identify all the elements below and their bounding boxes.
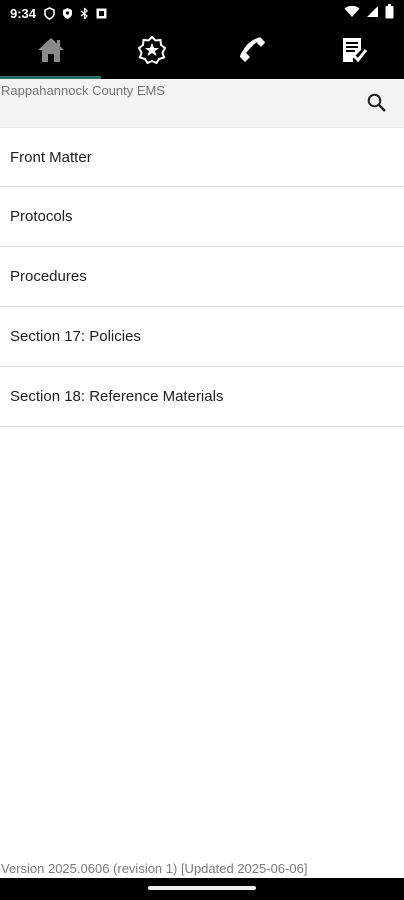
star-badge-icon [137,35,167,70]
section-list: Front Matter Protocols Procedures Sectio… [0,127,404,427]
organization-name: Rappahannock County EMS [1,83,166,98]
battery-icon [385,4,394,22]
phone-icon [238,35,268,70]
tab-home[interactable] [0,26,101,78]
list-item-section-17-policies[interactable]: Section 17: Policies [0,307,404,367]
status-bar: 9:34 [0,0,404,26]
signal-icon [366,5,379,21]
list-item-front-matter[interactable]: Front Matter [0,127,404,187]
connection-icon [80,7,89,20]
status-time: 9:34 [10,5,37,21]
version-info: Version 2025.0606 (revision 1) [Updated … [1,861,308,876]
list-item-protocols[interactable]: Protocols [0,187,404,247]
tab-favorites[interactable] [101,26,202,78]
app-header: Rappahannock County EMS [0,79,404,127]
dnd-icon [44,6,55,20]
list-item-section-18-reference-materials[interactable]: Section 18: Reference Materials [0,367,404,427]
tab-checklist[interactable] [303,26,404,78]
home-gesture-handle[interactable] [148,886,256,890]
app-notification-icon [96,8,107,19]
shield-icon [62,7,73,20]
system-navigation-bar [0,878,404,900]
top-tab-bar [0,26,404,78]
tab-contacts[interactable] [202,26,303,78]
list-item-procedures[interactable]: Procedures [0,247,404,307]
main-content: Rappahannock County EMS Front Matter Pro… [0,79,404,878]
search-icon [367,93,386,112]
checklist-icon [339,35,369,70]
home-icon [36,36,66,69]
search-button[interactable] [366,92,388,114]
wifi-icon [344,5,360,21]
